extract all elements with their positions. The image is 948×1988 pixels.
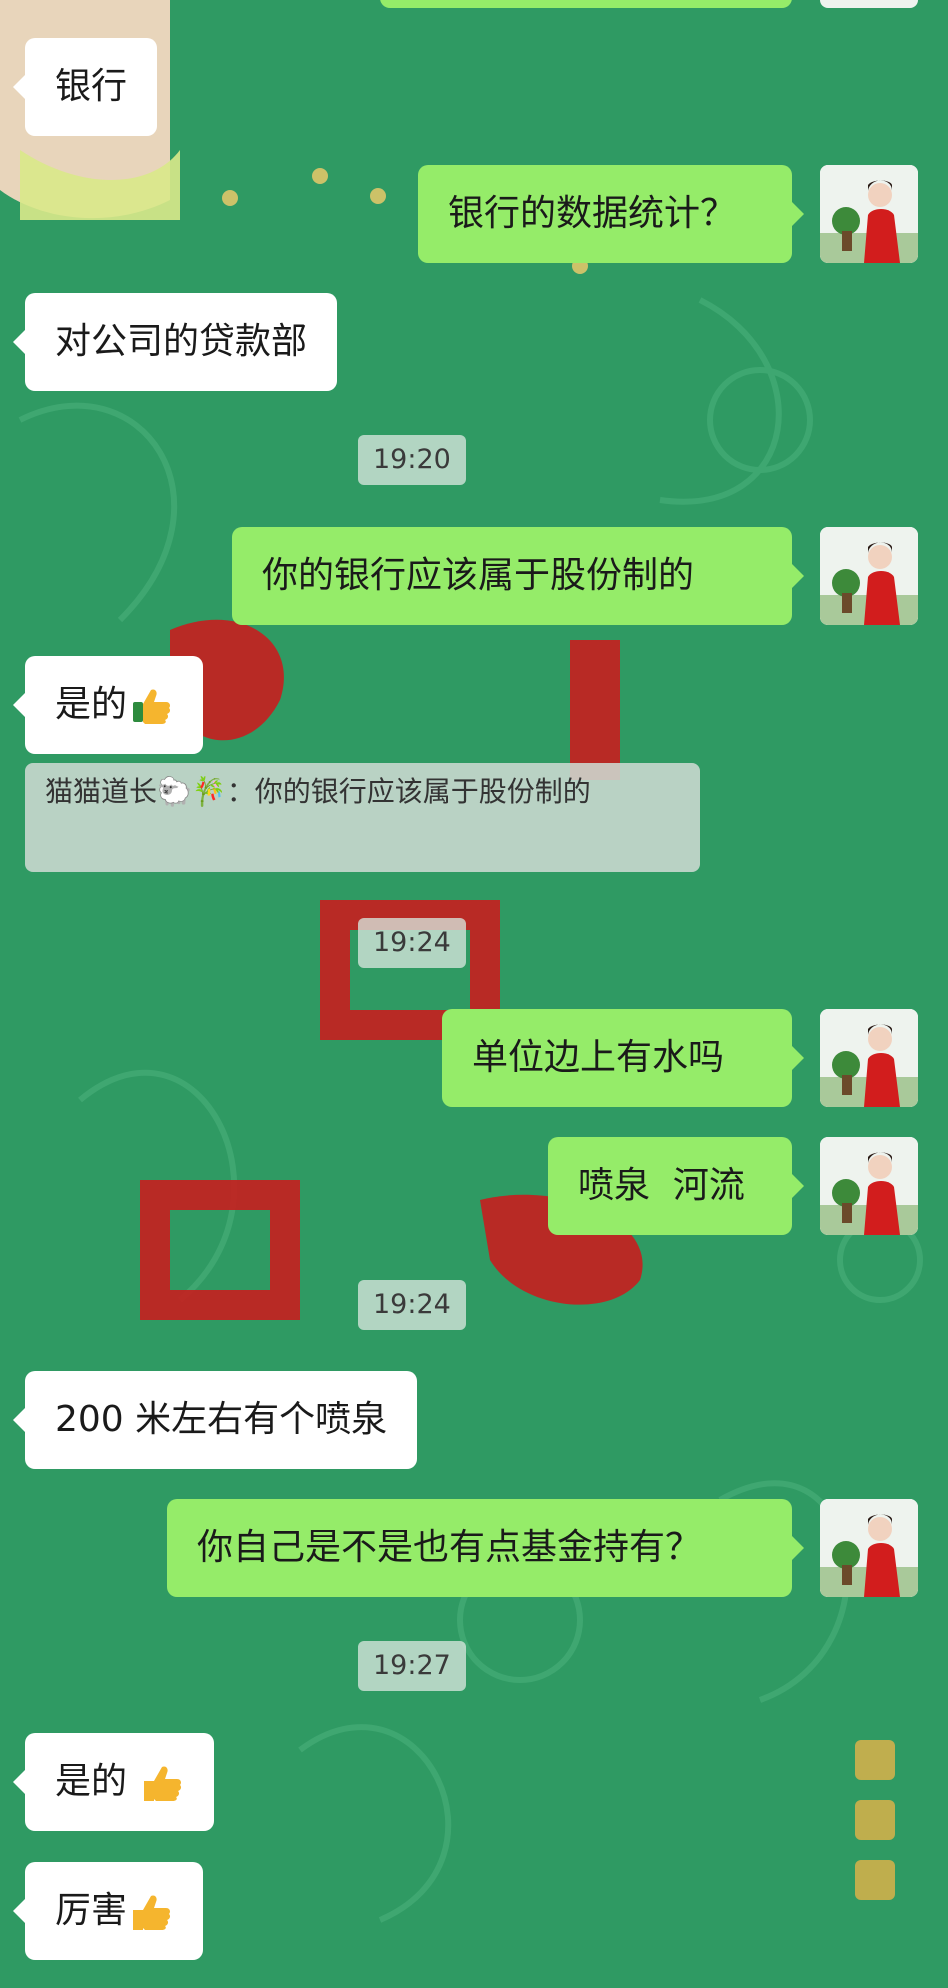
message-text: 银行: [55, 66, 128, 107]
message-bubble-incoming[interactable]: 是的: [12, 656, 204, 754]
message-text: 你自己是不是也有点基金持有？: [197, 1527, 702, 1568]
message-bubble-incoming[interactable]: 200 米左右有个喷泉: [12, 1371, 418, 1469]
message-bubble-partial[interactable]: [380, 0, 792, 8]
quote-separator: ：: [226, 775, 255, 808]
thumbs-up-emoji: [140, 1760, 184, 1805]
message-bubble-incoming[interactable]: 银行: [12, 38, 158, 136]
thumbs-up-icon: [133, 1894, 171, 1930]
user-avatar-icon: [820, 1499, 918, 1597]
message-text: 喷泉 河流: [578, 1165, 745, 1206]
thumbs-up-icon: [133, 688, 171, 724]
message-bubble-outgoing[interactable]: 单位边上有水吗: [442, 1009, 804, 1107]
message-text: 银行的数据统计？: [448, 193, 737, 234]
user-avatar[interactable]: [820, 1499, 918, 1597]
message-text: 是的: [55, 684, 128, 725]
user-avatar-icon: [820, 527, 918, 625]
message-text: 单位边上有水吗: [472, 1037, 725, 1078]
user-avatar[interactable]: [820, 0, 918, 8]
user-avatar[interactable]: [820, 1137, 918, 1235]
message-text: 是的: [55, 1761, 139, 1802]
quote-text: 你的银行应该属于股份制的: [254, 775, 591, 808]
message-text: 厉害: [55, 1890, 128, 1931]
message-text: 对公司的贷款部: [55, 321, 308, 362]
thumbs-up-emoji: [129, 683, 173, 728]
message-bubble-outgoing[interactable]: 喷泉 河流: [548, 1137, 804, 1235]
user-avatar[interactable]: [820, 527, 918, 625]
user-avatar-icon: [820, 1137, 918, 1235]
message-bubble-outgoing[interactable]: 你的银行应该属于股份制的: [232, 527, 804, 625]
message-bubble-outgoing[interactable]: 你自己是不是也有点基金持有？: [167, 1499, 804, 1597]
timestamp: 19:20: [358, 435, 466, 485]
message-text: 你的银行应该属于股份制的: [262, 555, 695, 596]
timestamp: 19:24: [358, 1280, 466, 1330]
timestamp: 19:24: [358, 918, 466, 968]
quoted-message[interactable]: 猫猫道长🐑🎋：你的银行应该属于股份制的: [25, 763, 700, 872]
message-bubble-incoming[interactable]: 对公司的贷款部: [12, 293, 338, 391]
thumbs-up-emoji: [129, 1889, 173, 1934]
user-avatar[interactable]: [820, 1009, 918, 1107]
message-bubble-incoming[interactable]: 厉害: [12, 1862, 204, 1960]
quote-sender: 猫猫道长🐑🎋: [45, 775, 227, 808]
timestamp: 19:27: [358, 1641, 466, 1691]
user-avatar-icon: [820, 1009, 918, 1107]
message-text: 200 米左右有个喷泉: [55, 1399, 388, 1440]
thumbs-up-icon: [144, 1765, 182, 1801]
user-avatar-icon: [820, 165, 918, 263]
message-bubble-outgoing[interactable]: 银行的数据统计？: [418, 165, 804, 263]
user-avatar[interactable]: [820, 165, 918, 263]
message-bubble-incoming[interactable]: 是的: [12, 1733, 215, 1831]
